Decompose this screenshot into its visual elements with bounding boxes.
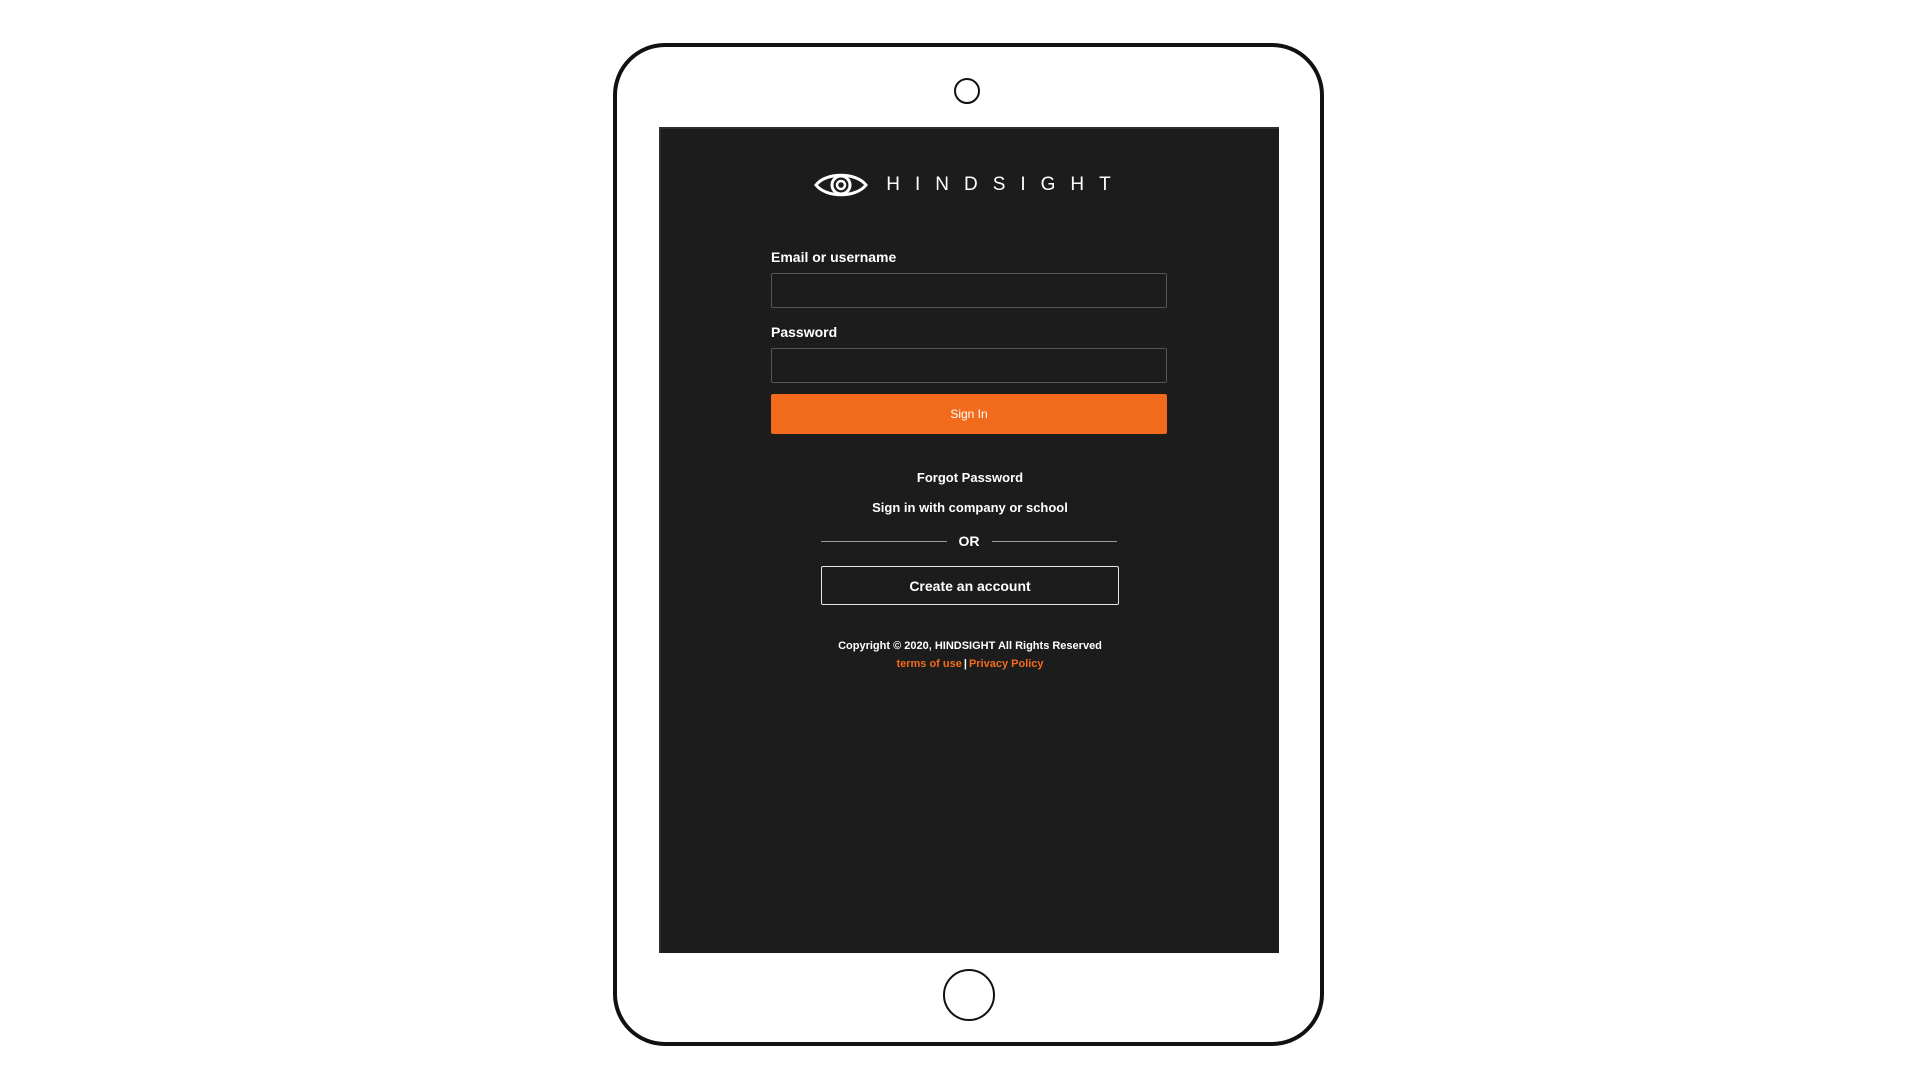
footer-separator: |: [963, 658, 967, 670]
email-input[interactable]: [771, 273, 1167, 308]
sign-in-button[interactable]: Sign In: [771, 394, 1167, 434]
tablet-screen: HINDSIGHT Email or username Password Sig…: [659, 127, 1279, 953]
tablet-camera: [954, 78, 980, 104]
divider-line-left: [821, 540, 947, 542]
password-input[interactable]: [771, 348, 1167, 383]
email-label: Email or username: [771, 249, 897, 265]
login-form: Email or username Password Sign In: [771, 247, 1167, 434]
privacy-policy-link[interactable]: Privacy Policy: [969, 658, 1044, 670]
forgot-password-link[interactable]: Forgot Password: [661, 469, 1279, 487]
copyright-text: Copyright © 2020, HINDSIGHT All Rights R…: [838, 640, 1102, 652]
divider-line-right: [991, 540, 1117, 542]
sso-sign-in-link[interactable]: Sign in with company or school: [661, 499, 1279, 517]
or-text: OR: [958, 533, 980, 549]
terms-of-use-link[interactable]: terms of use: [896, 658, 961, 670]
brand-name: HINDSIGHT: [886, 174, 1126, 195]
eye-icon: [814, 173, 869, 197]
page-canvas: HINDSIGHT Email or username Password Sig…: [0, 0, 1920, 1080]
footer-links: terms of use | Privacy Policy: [661, 655, 1279, 673]
brand-logo: HINDSIGHT: [661, 167, 1279, 203]
tablet-home-button: [943, 969, 995, 1021]
password-label: Password: [771, 324, 838, 340]
create-account-button[interactable]: Create an account: [821, 566, 1119, 605]
footer: Copyright © 2020, HINDSIGHT All Rights R…: [661, 637, 1279, 673]
or-divider: OR: [821, 531, 1117, 551]
auth-links: Forgot Password Sign in with company or …: [661, 469, 1279, 517]
